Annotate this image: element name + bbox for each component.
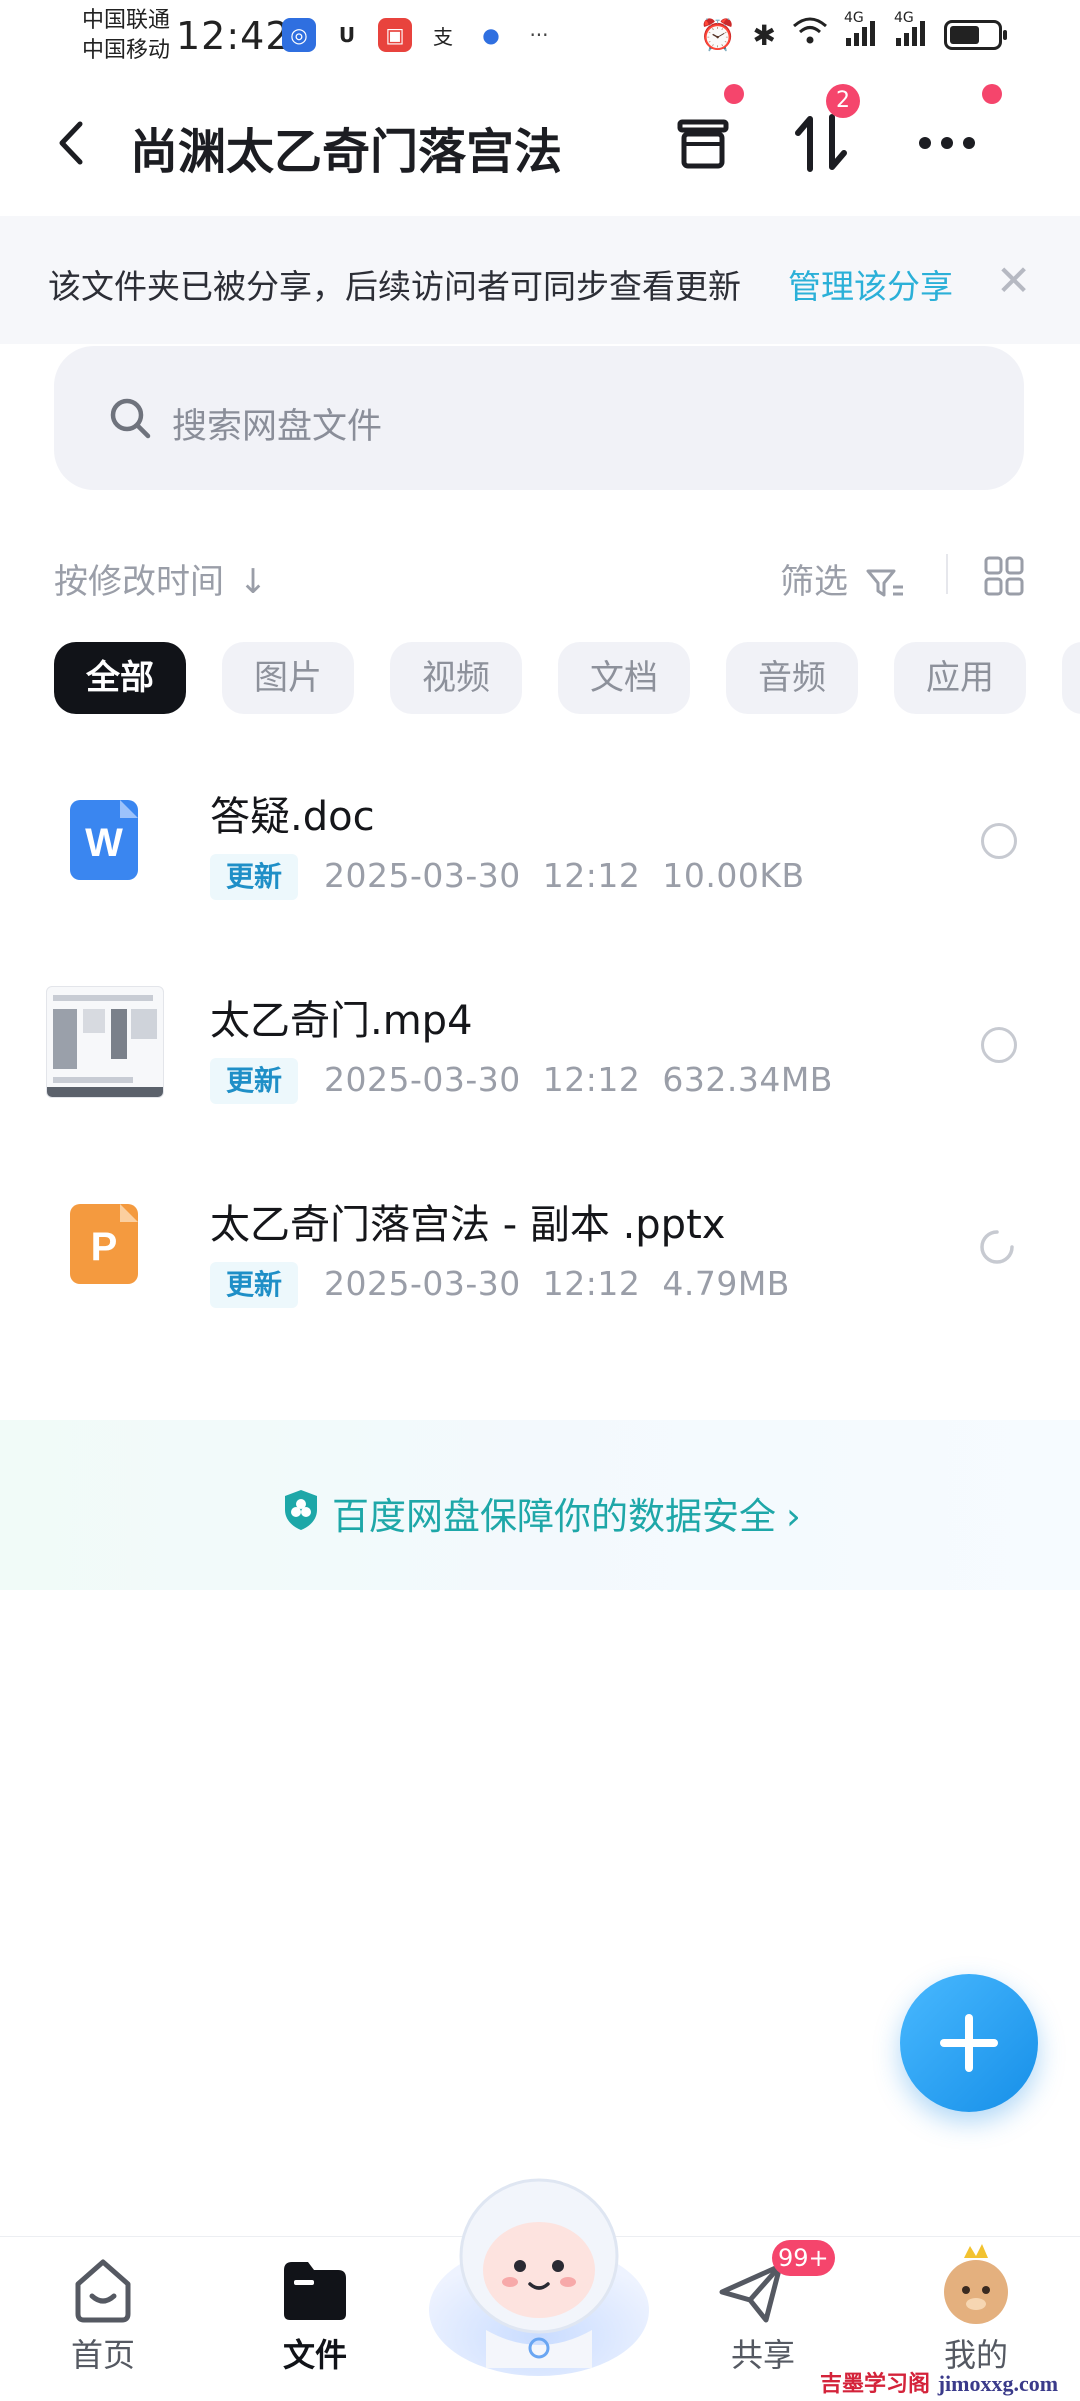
status-time: 12:42 (176, 14, 291, 58)
file-name: 答疑.doc (210, 794, 375, 840)
video-thumbnail (46, 986, 164, 1098)
close-icon[interactable]: ✕ (996, 256, 1031, 305)
huawei-icon: ▣ (378, 18, 412, 52)
update-tag: 更新 (210, 1058, 299, 1104)
grid-view-icon[interactable] (984, 556, 1024, 596)
signal-1-icon: 4G (844, 10, 878, 52)
svg-text:W: W (85, 821, 123, 865)
chevron-right-icon: › (786, 1495, 801, 1538)
select-radio[interactable] (981, 1027, 1017, 1063)
bluetooth-icon: ✱ (752, 18, 776, 52)
more-dot (982, 84, 1002, 104)
nav-home[interactable]: 首页 (43, 2330, 163, 2376)
more-button[interactable] (912, 108, 982, 178)
carrier-info: 中国联通 中国移动 (82, 6, 170, 66)
select-radio[interactable] (981, 823, 1017, 859)
notification-icons: ◎ U ▣ 支 ● ··· (282, 18, 556, 52)
file-meta: 2025-03-30 12:12 632.34MB (324, 1060, 833, 1099)
transfer-arrows-icon (795, 114, 847, 172)
archive-icon (677, 119, 729, 169)
ppt-icon: P (70, 1204, 138, 1284)
transfer-badge: 2 (826, 84, 860, 118)
home-icon[interactable] (68, 2256, 138, 2326)
archive-button[interactable] (668, 108, 738, 178)
alarm-icon: ⏰ (699, 17, 737, 53)
share-badge: 99+ (772, 2240, 835, 2276)
manage-share-link[interactable]: 管理该分享 (788, 260, 953, 308)
chevron-left-icon (59, 121, 83, 165)
folder-icon[interactable] (280, 2258, 350, 2324)
browser-icon: ● (474, 18, 508, 52)
carrier-2: 中国移动 (82, 38, 171, 63)
update-tag: 更新 (210, 1262, 299, 1308)
file-row[interactable] (0, 1164, 1080, 1344)
transfer-button[interactable] (786, 108, 856, 178)
avatar[interactable] (938, 2240, 1014, 2326)
chip-audio[interactable]: 音频 (726, 642, 858, 714)
nav-files[interactable]: 文件 (255, 2330, 375, 2376)
search-input[interactable]: 搜索网盘文件 (172, 398, 382, 449)
plus-icon (940, 2014, 998, 2072)
file-name: 太乙奇门.mp4 (210, 998, 473, 1044)
word-icon: W (70, 800, 138, 880)
file-meta: 2025-03-30 12:12 4.79MB (324, 1264, 790, 1303)
system-indicators: ⏰ ✱ 4G 4G (699, 10, 1007, 54)
alipay-icon: 支 (426, 18, 460, 52)
more-dots-icon (919, 137, 975, 149)
share-banner-text: 该文件夹已被分享，后续访问者可同步查看更新 (48, 267, 741, 306)
chip-apps[interactable]: 应用 (894, 642, 1026, 714)
watermark: 吉墨学习阁 jimoxxg.com (820, 2371, 1059, 2397)
mascot-assistant[interactable] (426, 2160, 652, 2380)
filter-button[interactable]: 筛选 (780, 554, 905, 603)
loading-spinner-icon (978, 1228, 1016, 1266)
wifi-icon (792, 16, 828, 54)
file-name: 太乙奇门落宫法 - 副本 .pptx (210, 1202, 726, 1248)
filter-icon (866, 569, 903, 596)
chip-all[interactable]: 全部 (54, 642, 186, 714)
app-notify-icon: U (330, 18, 364, 52)
battery-icon (944, 20, 1007, 50)
sort-toggle[interactable]: 按修改时间 ↓ (54, 554, 267, 603)
nav-share[interactable]: 共享 (703, 2330, 823, 2376)
file-row[interactable] (0, 760, 1080, 940)
chip-videos[interactable]: 视频 (390, 642, 522, 714)
signal-2-icon: 4G (894, 10, 928, 52)
file-meta: 2025-03-30 12:12 10.00KB (324, 856, 805, 895)
svg-text:P: P (91, 1225, 118, 1269)
chip-docs[interactable]: 文档 (558, 642, 690, 714)
search-icon (108, 396, 152, 440)
sort-label: 按修改时间 (54, 562, 224, 602)
filter-label: 筛选 (780, 562, 848, 602)
arrow-down-icon: ↓ (238, 562, 268, 602)
app-notify-icon: ◎ (282, 18, 316, 52)
page-title: 尚渊太乙奇门落宫法 (130, 124, 563, 180)
security-text: 百度网盘保障你的数据安全 › (332, 1495, 801, 1538)
shield-icon (282, 1488, 320, 1532)
divider (946, 554, 948, 594)
chip-images[interactable]: 图片 (222, 642, 354, 714)
archive-dot (724, 84, 744, 104)
carrier-1: 中国联通 (82, 8, 171, 33)
back-button[interactable] (52, 118, 92, 168)
add-button[interactable] (900, 1974, 1038, 2112)
more-notify-icon: ··· (522, 18, 556, 52)
chip-more[interactable] (1062, 642, 1080, 714)
update-tag: 更新 (210, 854, 299, 900)
